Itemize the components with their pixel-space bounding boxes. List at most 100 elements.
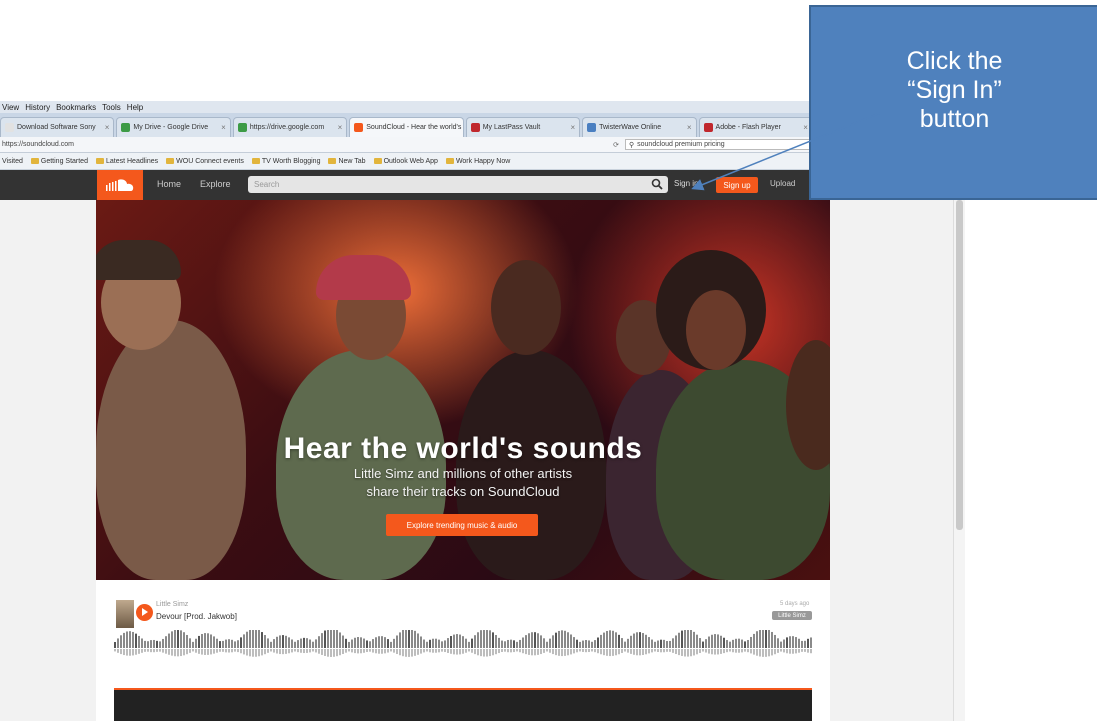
tab-close-icon[interactable]: × [570,123,575,132]
waveform-bar [144,640,146,648]
browser-tab[interactable]: My Drive - Google Drive × [116,117,231,137]
menu-view[interactable]: View [2,103,19,112]
waveform-reflection [735,649,737,653]
bookmark-item[interactable]: Latest Headlines [95,158,158,165]
waveform-reflection [705,649,707,653]
nav-home[interactable]: Home [157,179,181,189]
browser-tab[interactable]: Adobe - Flash Player × [698,117,813,137]
upload-button[interactable]: Upload [770,179,795,188]
waveform-reflection [489,649,491,657]
waveform-bar [699,638,701,648]
waveform-reflection [390,649,392,652]
bookmark-item[interactable]: WOU Connect events [166,158,244,165]
nav-explore[interactable]: Explore [200,179,231,189]
waveform-reflection [801,649,803,652]
browser-tab[interactable]: My LastPass Vault × [465,117,581,137]
magnifier-icon[interactable] [651,178,663,190]
scrollbar-thumb[interactable] [956,200,963,530]
waveform-reflection [756,649,758,656]
track-artwork[interactable] [116,600,134,628]
waveform-reflection [141,649,143,653]
browser-tab[interactable]: SoundCloud - Hear the world's× [349,117,464,137]
waveform-reflection [441,649,443,652]
tab-favicon-icon [5,123,14,132]
sign-in-button[interactable]: Sign in [674,179,698,188]
waveform-bar [795,637,797,648]
waveform-bar [645,634,647,648]
waveform-bar [579,641,581,648]
tab-close-icon[interactable]: × [105,123,110,132]
url-input[interactable]: https://soundcloud.com [2,141,613,148]
waveform-reflection [387,649,389,653]
waveform-bar [330,630,332,648]
waveform-bar [477,632,479,648]
bookmark-item[interactable]: Work Happy Now [445,158,510,165]
waveform-reflection [234,649,236,652]
tab-close-icon[interactable]: × [221,123,226,132]
waveform-bar [150,640,152,648]
track-title[interactable]: Devour [Prod. Jakwob] [156,612,237,621]
bookmark-item[interactable]: TV Worth Blogging [251,158,320,165]
waveform-reflection [753,649,755,655]
waveform-bar [744,641,746,648]
tab-close-icon[interactable]: × [687,123,692,132]
waveform-bar [168,633,170,648]
waveform-reflection [276,649,278,654]
waveform-bar [192,641,194,648]
waveform-bar [411,630,413,648]
waveform-reflection [309,649,311,653]
waveform-reflection [327,649,329,657]
waveform-reflection [546,649,548,652]
soundcloud-logo[interactable] [97,170,143,200]
waveform-reflection [588,649,590,653]
waveform-reflection [744,649,746,652]
track-username[interactable]: Little Simz [156,601,188,608]
waveform-bar [480,630,482,648]
bookmark-item[interactable]: New Tab [328,158,366,165]
waveform-reflection [417,649,419,655]
menu-history[interactable]: History [25,103,50,112]
waveform-reflection [117,649,119,653]
waveform-bar [789,636,791,648]
waveform-reflection [231,649,233,653]
waveform-bar [324,630,326,648]
waveform-bar [282,635,284,648]
waveform-bar [234,641,236,648]
menu-bookmarks[interactable]: Bookmarks [56,103,96,112]
browser-tab[interactable]: Download Software Sony × [0,117,115,137]
browser-search-field[interactable]: ⚲ soundcloud premium pricing [625,139,815,150]
waveform-bar [468,641,470,648]
bookmark-item[interactable]: Getting Started [30,158,88,165]
tab-favicon-icon [470,123,480,132]
person-face [686,290,746,370]
waveform-bar [558,630,560,648]
waveform-reflection [648,649,650,654]
bookmark-item[interactable]: Outlook Web App [373,158,438,165]
browser-tab[interactable]: TwisterWave Online × [582,117,697,137]
waveform-bar [618,634,620,648]
menu-tools[interactable]: Tools [102,103,121,112]
track-tag[interactable]: Little Simz [772,611,812,620]
waveform-bar [135,633,137,648]
waveform-reflection [729,649,731,652]
soundcloud-search-input[interactable]: Search [248,176,668,193]
waveform-reflection [468,649,470,652]
waveform-reflection [765,649,767,657]
waveform-bar [708,636,710,648]
page-scrollbar[interactable] [953,170,965,721]
tab-close-icon[interactable]: × [803,123,808,132]
waveform-bar [177,630,179,648]
waveform-reflection [609,649,611,657]
sign-up-button[interactable]: Sign up [716,177,758,193]
waveform-reflection [381,649,383,654]
waveform[interactable] [114,630,814,660]
reload-icon[interactable]: ⟳ [613,141,619,149]
explore-trending-button[interactable]: Explore trending music & audio [386,514,538,536]
waveform-bar [180,630,182,648]
browser-tab[interactable]: https://drive.google.com × [232,117,348,137]
waveform-reflection [150,649,152,653]
play-button[interactable] [136,604,153,621]
bookmarks-bar: Visited Getting Started Latest Headlines W… [0,153,815,170]
menu-help[interactable]: Help [127,103,143,112]
tab-close-icon[interactable]: × [338,123,343,132]
